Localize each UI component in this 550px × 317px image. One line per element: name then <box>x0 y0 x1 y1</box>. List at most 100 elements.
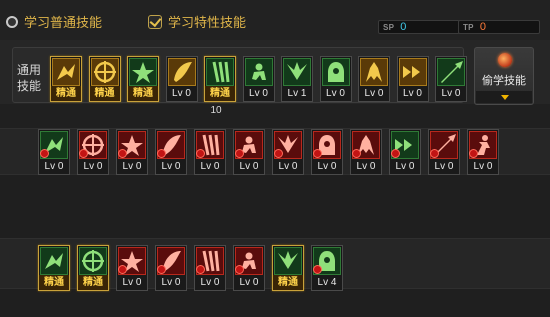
leaping-figure-icon <box>90 58 119 86</box>
wings-icon <box>167 58 196 86</box>
skill-slot[interactable]: Lv 1 <box>281 56 313 102</box>
tab-label: 学习普通技能 <box>24 15 103 30</box>
skill-cost-label: 10 <box>210 105 222 116</box>
footer-band <box>0 288 550 317</box>
locked-badge-icon <box>430 149 439 158</box>
skill-slot[interactable]: Lv 0 <box>242 56 275 102</box>
locked-badge-icon <box>313 149 322 158</box>
crosshair-icon <box>206 58 234 86</box>
locked-badge-icon <box>118 265 127 274</box>
locked-badge-icon <box>79 149 88 158</box>
divider <box>0 238 550 239</box>
seated-figure-icon <box>52 58 80 86</box>
skill-level-label: Lv 4 <box>312 275 342 290</box>
skill-slot[interactable]: Lv 0 <box>428 129 460 175</box>
runner-icon <box>129 58 157 86</box>
skill-slot[interactable]: Lv 0 <box>77 129 109 175</box>
skill-slot[interactable]: 精通 <box>50 56 82 102</box>
leaf-figure-icon <box>437 58 465 86</box>
counter-tag: TP <box>463 22 474 32</box>
skill-level-label: Lv 0 <box>397 86 428 101</box>
skill-slot[interactable]: 精通 <box>272 245 304 291</box>
skill-slot[interactable]: 精通 <box>77 245 109 291</box>
skill-level-label: Lv 0 <box>436 86 466 101</box>
skill-slot[interactable]: Lv 0 <box>319 56 352 102</box>
skill-level-label: 精通 <box>51 86 81 101</box>
gear-arrows-icon <box>244 58 273 86</box>
skill-slot[interactable]: Lv 4 <box>311 245 343 291</box>
skill-slot[interactable]: Lv 0 <box>467 129 499 175</box>
figure-burst-icon <box>321 58 350 86</box>
skill-slot[interactable]: Lv 0 <box>194 129 226 175</box>
locked-badge-icon <box>157 265 166 274</box>
skill-level-label: 精通 <box>39 275 69 290</box>
skill-level-label: Lv 0 <box>468 159 498 174</box>
skill-level-label: Lv 0 <box>273 159 303 174</box>
locked-badge-icon <box>235 149 244 158</box>
spacer-band <box>0 104 550 128</box>
general-skills-label: 通用技能 <box>16 63 41 93</box>
skill-slot[interactable]: 精通 <box>204 56 236 102</box>
skill-level-label: Lv 0 <box>156 275 186 290</box>
skill-level-label: Lv 0 <box>117 275 147 290</box>
skill-level-label: 精通 <box>273 275 303 290</box>
orb-icon <box>498 53 512 67</box>
locked-badge-icon <box>274 149 283 158</box>
tab-label: 学习特性技能 <box>168 15 247 30</box>
skill-slot[interactable]: Lv 0 <box>116 129 148 175</box>
skill-level-label: Lv 0 <box>195 159 225 174</box>
skill-level-label: Lv 0 <box>156 159 186 174</box>
skill-slot[interactable]: Lv 0 <box>155 129 187 175</box>
skill-slot[interactable]: Lv 0 <box>311 129 343 175</box>
skill-level-label: Lv 0 <box>39 159 69 174</box>
skill-level-label: 精通 <box>205 86 235 101</box>
skill-level-label: Lv 0 <box>390 159 420 174</box>
skill-level-label: Lv 0 <box>195 275 225 290</box>
skill-slot[interactable]: Lv 0 <box>233 129 265 175</box>
skill-slot[interactable]: Lv 0 <box>396 56 429 102</box>
skill-level-label: Lv 0 <box>351 159 381 174</box>
skill-slot[interactable]: 精通 <box>127 56 159 102</box>
skill-slot[interactable]: Lv 0 <box>350 129 382 175</box>
skill-slot[interactable]: Lv 0 <box>272 129 304 175</box>
skill-slot[interactable]: Lv 0 <box>165 56 198 102</box>
skill-level-label: Lv 0 <box>234 275 264 290</box>
skill-slot[interactable]: 精通 <box>38 245 70 291</box>
skill-slot[interactable]: 精通 <box>88 56 121 102</box>
locked-badge-icon <box>118 149 127 158</box>
locked-badge-icon <box>196 265 205 274</box>
tab-learn-special-skills[interactable]: 学习特性技能 <box>148 12 246 31</box>
skill-level-label: Lv 0 <box>243 86 274 101</box>
radio-icon[interactable] <box>6 15 18 28</box>
locked-badge-icon <box>391 149 400 158</box>
skill-slot[interactable]: Lv 0 <box>194 245 226 291</box>
tab-learn-normal-skills[interactable]: 学习普通技能 <box>6 12 102 31</box>
skill-slot[interactable]: Lv 0 <box>435 56 467 102</box>
leaf-sword-icon <box>40 247 68 275</box>
serpent-icon <box>79 247 107 275</box>
skill-slot[interactable]: Lv 0 <box>155 245 187 291</box>
locked-badge-icon <box>313 265 322 274</box>
sword-wave-icon <box>274 247 302 275</box>
sp-counter: SP 0 <box>378 20 460 34</box>
skill-slot[interactable]: Lv 0 <box>358 56 390 102</box>
dropdown-arrow-icon[interactable] <box>476 91 532 103</box>
locked-badge-icon <box>235 265 244 274</box>
skill-level-label: 精通 <box>89 86 120 101</box>
skill-level-label: Lv 0 <box>166 86 197 101</box>
skill-level-label: Lv 0 <box>320 86 351 101</box>
skill-slot[interactable]: Lv 0 <box>233 245 265 291</box>
skill-slot[interactable]: Lv 0 <box>389 129 421 175</box>
skill-level-label: Lv 0 <box>234 159 264 174</box>
skill-level-label: Lv 0 <box>78 159 108 174</box>
skill-level-label: 精通 <box>78 275 108 290</box>
skill-level-label: Lv 0 <box>359 86 389 101</box>
skill-slot[interactable]: Lv 0 <box>116 245 148 291</box>
locked-badge-icon <box>40 149 49 158</box>
skill-slot[interactable]: Lv 0 <box>38 129 70 175</box>
checkmark-icon[interactable] <box>148 14 162 29</box>
locked-badge-icon <box>196 149 205 158</box>
hooded-figure-icon <box>283 58 311 86</box>
locked-badge-icon <box>157 149 166 158</box>
steal-skill-button[interactable]: 偷学技能 <box>474 47 534 105</box>
